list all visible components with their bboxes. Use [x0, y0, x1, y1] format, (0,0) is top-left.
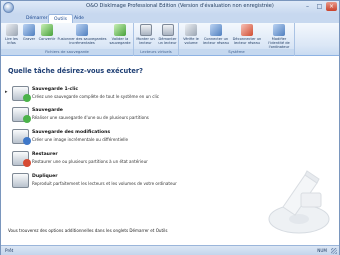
disconnect-network-button[interactable]: Déconnecter un lecteur réseau — [231, 24, 263, 45]
read-info-button[interactable]: Lire les infos — [3, 24, 20, 45]
mount-drive-icon — [139, 24, 152, 36]
close-icon[interactable]: × — [326, 2, 337, 11]
merge-button[interactable]: Fusionner des sauvegardes incrémentales — [57, 24, 107, 45]
disk-illustration-icon — [268, 170, 330, 234]
task-title: Restaurer — [32, 152, 58, 157]
mount-drive-label: Monter un lecteur — [136, 37, 155, 45]
group-label-systeme: Système — [179, 49, 294, 55]
maximize-icon[interactable]: □ — [314, 2, 325, 11]
merge-label: Fusionner des sauvegardes incrémentales — [57, 37, 107, 45]
title-bar: O&O DiskImage Professional Edition (Vers… — [1, 1, 339, 14]
unmount-drive-icon — [161, 24, 174, 36]
task-incremental-backup[interactable]: Sauvegarde des modifications Créer une i… — [7, 129, 227, 151]
validate-label: Valider la sauvegarde — [109, 37, 131, 45]
backup-icon — [12, 107, 31, 123]
burn-disc-icon — [23, 24, 35, 36]
check-volume-label: Vérifie le volume — [183, 37, 199, 45]
status-bar: Prêt NUM — [1, 245, 339, 255]
ribbon: Lire les infos Graver Convertir Fusionne… — [1, 23, 339, 56]
task-title: Sauvegarde des modifications — [32, 130, 111, 135]
incremental-backup-icon — [12, 129, 31, 145]
merge-icon — [76, 24, 88, 36]
task-description: Créez une sauvegarde complète de tout le… — [32, 94, 159, 99]
info-file-icon — [5, 24, 18, 36]
disconnect-network-icon — [241, 24, 253, 36]
validate-icon — [114, 24, 126, 36]
mount-drive-button[interactable]: Monter un lecteur — [135, 24, 156, 45]
unmount-drive-button[interactable]: Démonter un lecteur — [157, 24, 178, 45]
app-window: O&O DiskImage Professional Edition (Vers… — [0, 0, 340, 255]
validate-button[interactable]: Valider la sauvegarde — [108, 24, 132, 45]
group-label-fichiers: Fichiers de sauvegarde — [1, 49, 133, 55]
check-volume-icon — [185, 24, 197, 36]
computer-identity-label: Modifier l'identité de l'ordinateur — [268, 37, 290, 49]
unmount-drive-label: Démonter un lecteur — [158, 37, 177, 45]
computer-identity-button[interactable]: Modifier l'identité de l'ordinateur — [264, 24, 294, 49]
task-description: Créer une image incrémentale ou différen… — [32, 137, 129, 142]
task-backup[interactable]: Sauvegarde Réaliser une sauvegarde d'une… — [7, 107, 227, 129]
connect-network-button[interactable]: Connecter un lecteur réseau — [202, 24, 230, 45]
main-content: Quelle tâche désirez-vous exécuter? ▸ Sa… — [1, 57, 339, 245]
convert-label: Convertir — [38, 37, 56, 41]
selected-arrow-icon: ▸ — [5, 89, 8, 95]
convert-icon — [41, 24, 53, 36]
task-restore[interactable]: Restaurer Restaurer une ou plusieurs par… — [7, 151, 227, 173]
task-title: Sauvegarde 1-clic — [32, 87, 79, 92]
task-title: Dupliquer — [32, 174, 58, 179]
read-info-label: Lire les infos — [5, 37, 18, 45]
check-volume-button[interactable]: Vérifie le volume — [181, 24, 201, 45]
task-description: Réaliser une sauvegarde d'une ou de plus… — [32, 115, 149, 120]
num-lock-indicator: NUM — [317, 248, 327, 253]
computer-identity-icon — [273, 24, 285, 36]
task-description: Reproduit parfaitement les lecteurs et l… — [32, 181, 177, 186]
connect-network-icon — [210, 24, 222, 36]
task-title: Sauvegarde — [32, 108, 63, 113]
app-menu-orb-icon[interactable] — [3, 2, 14, 13]
ribbon-tab-bar: Démarrer Outils Aide — [1, 14, 339, 23]
group-label-lecteurs: Lecteurs virtuels — [134, 49, 178, 55]
connect-network-label: Connecter un lecteur réseau — [203, 37, 229, 45]
footnote-text: Vous trouverez des options additionnelle… — [8, 228, 168, 233]
duplicate-icon — [12, 173, 29, 188]
one-click-backup-icon — [12, 86, 31, 102]
restore-icon — [12, 151, 31, 167]
task-one-click-backup[interactable]: ▸ Sauvegarde 1-clic Créez une sauvegarde… — [5, 86, 227, 108]
disconnect-network-label: Déconnecter un lecteur réseau — [232, 37, 262, 45]
minimize-icon[interactable]: – — [302, 2, 313, 11]
group-lecteurs-virtuels: Monter un lecteur Démonter un lecteur Le… — [134, 23, 179, 56]
page-title: Quelle tâche désirez-vous exécuter? — [8, 67, 143, 75]
resize-grip-icon[interactable] — [331, 248, 337, 254]
task-description: Restaurer une ou plusieurs partitions à … — [32, 159, 148, 164]
group-fichiers-sauvegarde: Lire les infos Graver Convertir Fusionne… — [1, 23, 134, 56]
task-duplicate[interactable]: Dupliquer Reproduit parfaitement les lec… — [7, 173, 227, 195]
window-title: O&O DiskImage Professional Edition (Vers… — [86, 3, 274, 9]
burn-label: Graver — [22, 37, 36, 41]
tab-aide[interactable]: Aide — [69, 14, 89, 23]
group-systeme: Vérifie le volume Connecter un lecteur r… — [179, 23, 295, 56]
convert-button[interactable]: Convertir — [38, 24, 56, 41]
burn-button[interactable]: Graver — [21, 24, 37, 41]
status-text: Prêt — [5, 248, 14, 253]
